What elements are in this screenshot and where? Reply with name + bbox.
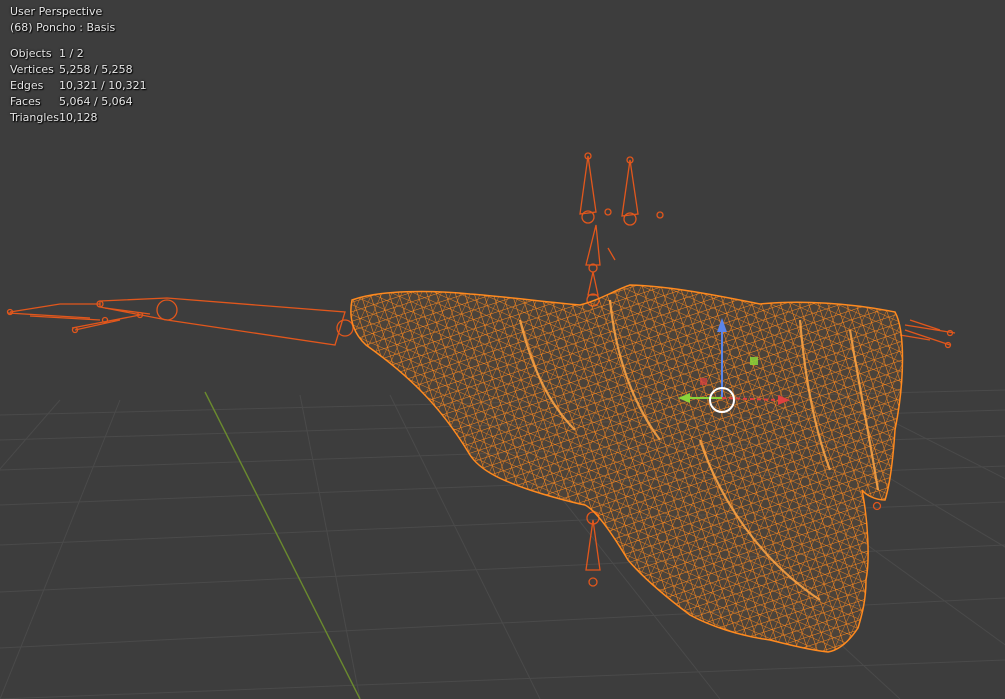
stat-value-faces: 5,064 / 5,064 [59,95,133,108]
scene-statistics: Objects 1 / 2 Vertices 5,258 / 5,258 Edg… [10,46,147,126]
stat-label-triangles: Triangles [10,111,59,124]
stat-label-objects: Objects [10,47,52,60]
perspective-label: User Perspective [10,5,103,18]
stat-label-edges: Edges [10,79,44,92]
stat-label-vertices: Vertices [10,63,54,76]
stat-value-triangles: 10,128 [59,111,98,124]
object-label: (68) Poncho : Basis [10,21,116,34]
stat-value-edges: 10,321 / 10,321 [59,79,147,92]
y-axis-line [204,391,361,699]
3d-viewport[interactable]: User Perspective (68) Poncho : Basis Obj… [0,0,1005,699]
scene-canvas[interactable] [0,0,1005,699]
stat-value-objects: 1 / 2 [59,47,84,60]
viewport-info-overlay: User Perspective (68) Poncho : Basis Obj… [10,4,147,126]
stat-value-vertices: 5,258 / 5,258 [59,63,133,76]
stat-label-faces: Faces [10,95,41,108]
